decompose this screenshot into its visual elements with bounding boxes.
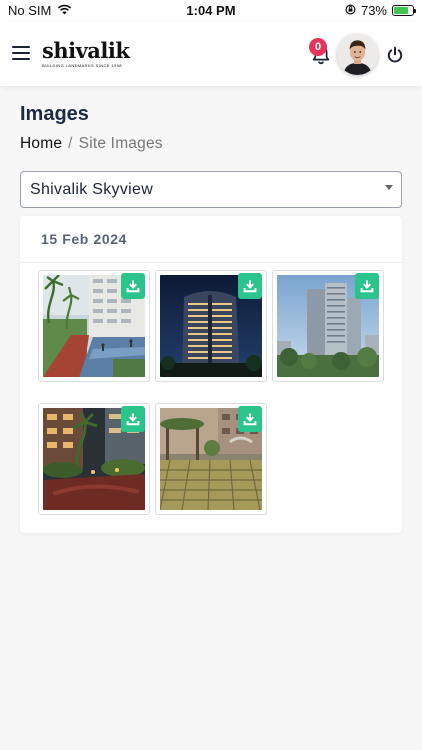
orientation-lock-icon [345,3,356,18]
site-select[interactable]: Shivalik Skyview [20,171,402,208]
gallery-date-heading: 15 Feb 2024 [41,231,127,247]
page-title: Images [20,103,89,125]
avatar[interactable] [337,34,378,75]
logo-wordmark: shivalik [42,38,130,63]
status-bar: No SIM 1:04 PM 73% [0,0,422,22]
breadcrumb-home-link[interactable]: Home [20,135,62,152]
battery-fill [394,7,408,14]
breadcrumb-current: Site Images [78,135,163,152]
download-button[interactable] [238,273,262,299]
download-button[interactable] [121,273,145,299]
image-thumbnail[interactable] [272,270,384,382]
download-icon [360,280,374,293]
breadcrumb: Home / Site Images [20,135,163,153]
site-select-value: Shivalik Skyview [30,181,154,198]
power-icon[interactable] [386,46,404,64]
divider [20,262,402,263]
logo-tagline: BUILDING LANDMARKS SINCE 1998 [42,63,122,68]
download-icon [243,413,257,426]
download-button[interactable] [355,273,379,299]
breadcrumb-separator: / [68,135,73,152]
battery-percent: 73% [360,3,387,18]
download-icon [126,280,140,293]
download-icon [243,280,257,293]
download-button[interactable] [121,406,145,432]
status-right: 73% [345,3,416,18]
battery-icon [392,5,416,16]
menu-icon[interactable] [12,46,30,60]
image-thumbnail[interactable] [155,270,267,382]
image-thumbnail[interactable] [155,403,267,515]
download-button[interactable] [238,406,262,432]
chevron-down-icon [385,185,393,190]
image-thumbnail[interactable] [38,403,150,515]
download-icon [126,413,140,426]
image-gallery-card: 15 Feb 2024 [20,216,402,533]
brand-logo: shivalik BUILDING LANDMARKS SINCE 1998 [42,38,130,70]
image-thumbnail[interactable] [38,270,150,382]
app-header: shivalik BUILDING LANDMARKS SINCE 1998 0 [0,22,422,86]
notification-badge[interactable]: 0 [309,38,327,56]
